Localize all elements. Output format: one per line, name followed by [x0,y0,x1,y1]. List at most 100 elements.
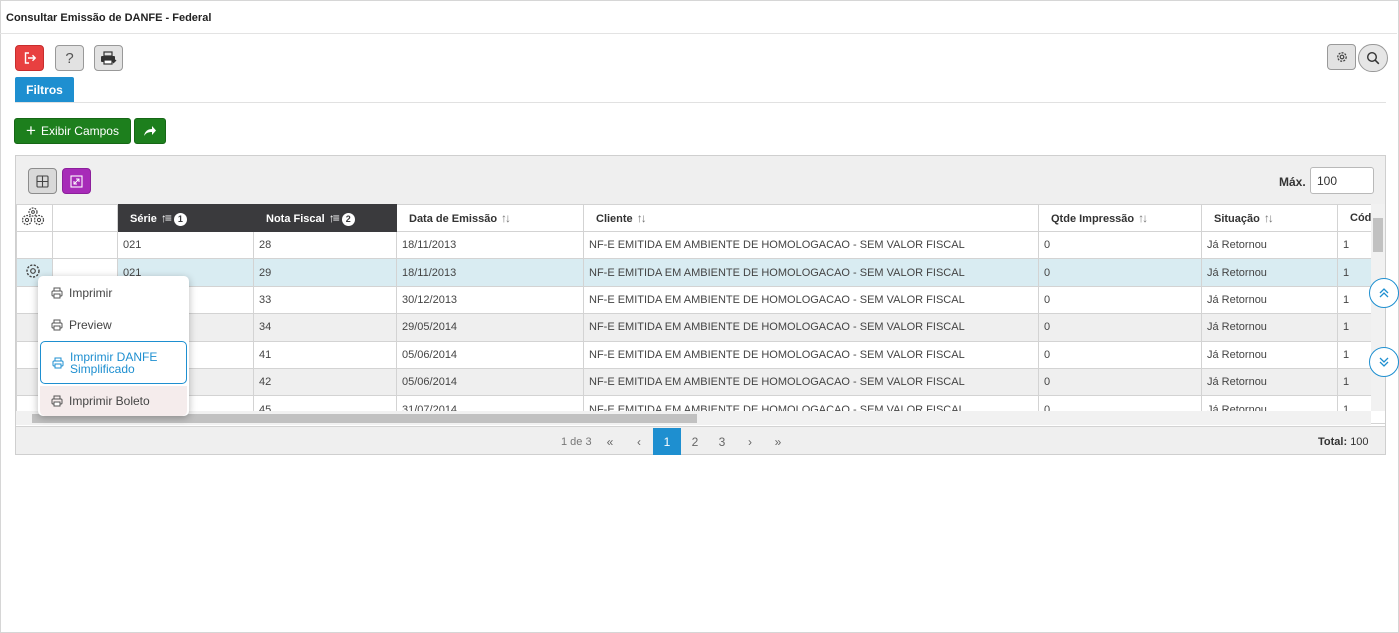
situacao-cell: Já Retornou [1201,340,1338,369]
table-row[interactable]: 42 05/06/2014 NF-E EMITIDA EM AMBIENTE D… [16,367,1385,397]
table-row[interactable]: 33 30/12/2013 NF-E EMITIDA EM AMBIENTE D… [16,285,1385,315]
printer-icon [100,51,116,65]
table-row[interactable]: 34 29/05/2014 NF-E EMITIDA EM AMBIENTE D… [16,313,1385,342]
search-icon [1366,51,1380,65]
qtde-impressao-cell: 0 [1038,367,1202,397]
table-row-selected[interactable]: 021 29 18/11/2013 NF-E EMITIDA EM AMBIEN… [16,258,1385,287]
column-header-cliente[interactable]: Cliente ↑↓ [583,204,1039,232]
scroll-up-button[interactable] [1369,278,1399,308]
nota-fiscal-cell: 34 [253,313,397,342]
prev-page-button[interactable]: ‹ [625,428,653,455]
blank-header [52,204,118,232]
sort-asc-icon: ↑≡ [160,210,172,225]
situacao-cell: Já Retornou [1201,313,1338,342]
data-emissao-cell: 05/06/2014 [396,367,584,397]
nota-fiscal-cell: 41 [253,340,397,369]
pagination-bar: 1 de 3 « ‹ 1 2 3 › » Total: 100 [16,426,1385,455]
share-button[interactable] [134,118,166,144]
total-value: 100 [1350,436,1369,448]
serie-cell: 021 [117,230,254,260]
situacao-cell: Já Retornou [1201,285,1338,315]
page-info: 1 de 3 [561,436,592,448]
title-bar: Consultar Emissão de DANFE - Federal [0,0,1397,34]
double-chevron-down-icon [1379,357,1389,367]
show-fields-label: Exibir Campos [40,124,119,138]
exit-button[interactable] [15,45,44,71]
nota-fiscal-cell: 42 [253,367,397,397]
show-fields-button[interactable]: + Exibir Campos [14,118,131,144]
scroll-down-button[interactable] [1369,347,1399,377]
exit-icon [24,52,36,64]
total-label: Total: [1318,436,1348,448]
table-row[interactable]: 41 05/06/2014 NF-E EMITIDA EM AMBIENTE D… [16,340,1385,369]
horizontal-scrollbar[interactable] [16,411,1371,425]
page-title: Consultar Emissão de DANFE - Federal [6,12,212,24]
menu-item-label: Imprimir [69,286,113,300]
data-table: Série ↑≡ 1 Nota Fiscal ↑≡ 2 Data de Emissão ↑… [16,204,1385,426]
situacao-cell: Já Retornou [1201,367,1338,397]
situacao-cell: Já Retornou [1201,258,1338,287]
cliente-cell: NF-E EMITIDA EM AMBIENTE DE HOMOLOGACAO … [583,340,1039,369]
print-button[interactable] [94,45,123,71]
menu-item-imprimir[interactable]: Imprimir [40,278,187,308]
qtde-impressao-cell: 0 [1038,258,1202,287]
column-header-nota-fiscal[interactable]: Nota Fiscal ↑≡ 2 [253,204,397,232]
data-emissao-cell: 30/12/2013 [396,285,584,315]
row-blank-cell [52,230,118,260]
nota-fiscal-cell: 28 [253,230,397,260]
cliente-cell: NF-E EMITIDA EM AMBIENTE DE HOMOLOGACAO … [583,258,1039,287]
sort-order-badge: 1 [173,212,187,226]
column-header-serie[interactable]: Série ↑≡ 1 [117,204,254,232]
menu-item-preview[interactable]: Preview [40,310,187,340]
settings-button[interactable] [1327,44,1356,70]
qtde-impressao-cell: 0 [1038,313,1202,342]
share-arrow-icon [144,126,156,136]
max-label: Máx. [1279,175,1306,189]
column-header-situacao[interactable]: Situação ↑↓ [1201,204,1338,232]
double-chevron-up-icon [1379,288,1389,298]
qtde-impressao-cell: 0 [1038,340,1202,369]
table-row[interactable]: 021 28 18/11/2013 NF-E EMITIDA EM AMBIEN… [16,230,1385,260]
max-input[interactable] [1310,167,1374,194]
cliente-cell: NF-E EMITIDA EM AMBIENTE DE HOMOLOGACAO … [583,313,1039,342]
sort-icon: ↑↓ [1138,211,1148,225]
vertical-scroll-thumb[interactable] [1373,218,1383,252]
nota-fiscal-cell: 33 [253,285,397,315]
page-button-3[interactable]: 3 [708,428,736,455]
menu-item-imprimir-boleto[interactable]: Imprimir Boleto [40,386,187,416]
last-page-button[interactable]: » [764,428,792,455]
qtde-impressao-cell: 0 [1038,285,1202,315]
tab-filters[interactable]: Filtros [15,77,74,102]
total-count: Total: 100 [1318,436,1369,448]
menu-item-imprimir-danfe-simplificado[interactable]: Imprimir DANFE Simplificado [40,341,187,384]
sort-order-badge: 2 [341,212,355,226]
plus-icon: + [26,121,36,140]
gear-icon [1336,52,1347,62]
help-button[interactable]: ? [55,45,84,71]
page-button-2[interactable]: 2 [681,428,709,455]
data-emissao-cell: 29/05/2014 [396,313,584,342]
menu-item-label: Imprimir DANFE Simplificado [70,350,158,376]
cliente-cell: NF-E EMITIDA EM AMBIENTE DE HOMOLOGACAO … [583,285,1039,315]
sort-icon: ↑↓ [1263,211,1274,225]
printer-icon [51,395,63,407]
column-label: Cliente [596,213,633,225]
sort-asc-icon: ↑≡ [328,210,340,225]
bulk-actions-header[interactable] [16,204,53,232]
expand-button[interactable] [62,168,91,194]
column-label: Situação [1214,213,1260,225]
grid-view-button[interactable] [28,168,57,194]
printer-icon [51,319,63,331]
expand-icon [70,174,83,188]
column-header-qtde-impressao[interactable]: Qtde Impressão ↑↓ [1038,204,1202,232]
column-header-data-emissao[interactable]: Data de Emissão ↑↓ [396,204,584,232]
first-page-button[interactable]: « [596,428,624,455]
page-button-1[interactable]: 1 [653,428,681,455]
column-label: Qtde Impressão [1051,213,1135,225]
next-page-button[interactable]: › [736,428,764,455]
data-emissao-cell: 05/06/2014 [396,340,584,369]
column-label: Série [130,212,157,225]
search-button[interactable] [1358,44,1388,72]
row-actions-cell[interactable] [16,230,53,260]
printer-icon [51,287,63,299]
